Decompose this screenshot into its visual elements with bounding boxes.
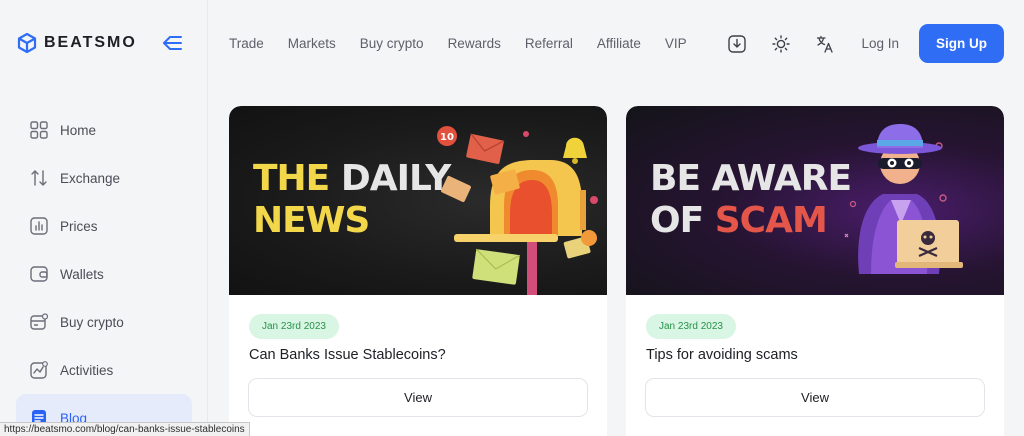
post-banner-daily-news: THE DAILY NEWS 10 [229,106,607,295]
download-button[interactable] [727,34,747,54]
login-link[interactable]: Log In [861,36,899,51]
nav-rewards[interactable]: Rewards [448,36,501,51]
banner-word-scam: SCAM [714,200,828,241]
post-banner-scam: BE AWARE OF SCAM [626,106,1004,295]
signup-button[interactable]: Sign Up [919,24,1004,63]
nav-trade[interactable]: Trade [229,36,264,51]
sidebar-item-label: Buy crypto [60,314,124,330]
hacker-illustration [844,124,963,274]
download-icon [728,34,747,53]
blog-card[interactable]: THE DAILY NEWS 10 Jan 23rd 2023 Can Bank… [229,106,607,436]
post-title[interactable]: Can Banks Issue Stablecoins? [249,347,446,363]
sidebar-nav: Home Exchange Prices Wallets Buy crypto [16,106,192,436]
cube-logo-icon [17,32,37,54]
sidebar-item-home[interactable]: Home [16,106,192,154]
sidebar-item-exchange[interactable]: Exchange [16,154,192,202]
language-button[interactable] [815,34,835,54]
collapse-sidebar-button[interactable] [162,33,184,53]
notification-badge-number: 10 [440,132,454,143]
sidebar-item-label: Home [60,122,97,138]
logo-text: BEATSMO [44,34,137,51]
theme-toggle-button[interactable] [771,34,791,54]
grid-icon [29,121,48,140]
sidebar-item-prices[interactable]: Prices [16,202,192,250]
sidebar-item-label: Wallets [60,266,104,282]
banner-word-the: THE [253,158,330,199]
sidebar-item-label: Exchange [60,170,121,186]
arrows-updown-icon [29,169,48,188]
nav-markets[interactable]: Markets [288,36,336,51]
nav-affiliate[interactable]: Affiliate [597,36,641,51]
banner-title-line1: BE AWARE [650,158,852,199]
banner-title-line2: OF SCAM [650,200,828,242]
sidebar-item-activities[interactable]: Activities [16,346,192,394]
date-badge: Jan 23rd 2023 [646,314,736,339]
date-badge: Jan 23rd 2023 [249,314,339,339]
sun-icon [772,34,791,53]
sidebar-item-label: Prices [60,218,98,234]
mailbox-illustration: 10 [437,126,598,295]
card-icon [29,313,48,332]
top-nav: Trade Markets Buy crypto Rewards Referra… [229,36,687,51]
translate-icon [817,35,834,53]
sidebar-item-wallets[interactable]: Wallets [16,250,192,298]
post-title[interactable]: Tips for avoiding scams [646,347,798,363]
banner-title-line1: THE DAILY [253,158,451,200]
view-post-button[interactable]: View [645,378,985,417]
activity-icon [29,361,48,380]
sidebar-item-label: Activities [60,362,114,378]
banner-title-line2: NEWS [253,200,370,241]
link-status-bar: https://beatsmo.com/blog/can-banks-issue… [0,422,250,436]
bar-chart-icon [29,217,48,236]
top-actions: Log In Sign Up [727,24,1004,63]
view-post-button[interactable]: View [248,378,588,417]
sidebar-item-buy-crypto[interactable]: Buy crypto [16,298,192,346]
wallet-icon [29,265,48,284]
nav-referral[interactable]: Referral [525,36,573,51]
banner-word-of: OF [650,200,704,241]
blog-card[interactable]: BE AWARE OF SCAM Jan 23rd 2023 Tips for … [626,106,1004,436]
nav-vip[interactable]: VIP [665,36,687,51]
collapse-arrow-icon [163,36,182,50]
logo[interactable]: BEATSMO [16,32,137,54]
sidebar: BEATSMO Home Exchange Prices Wallets Buy… [0,0,208,436]
nav-buy-crypto[interactable]: Buy crypto [360,36,424,51]
